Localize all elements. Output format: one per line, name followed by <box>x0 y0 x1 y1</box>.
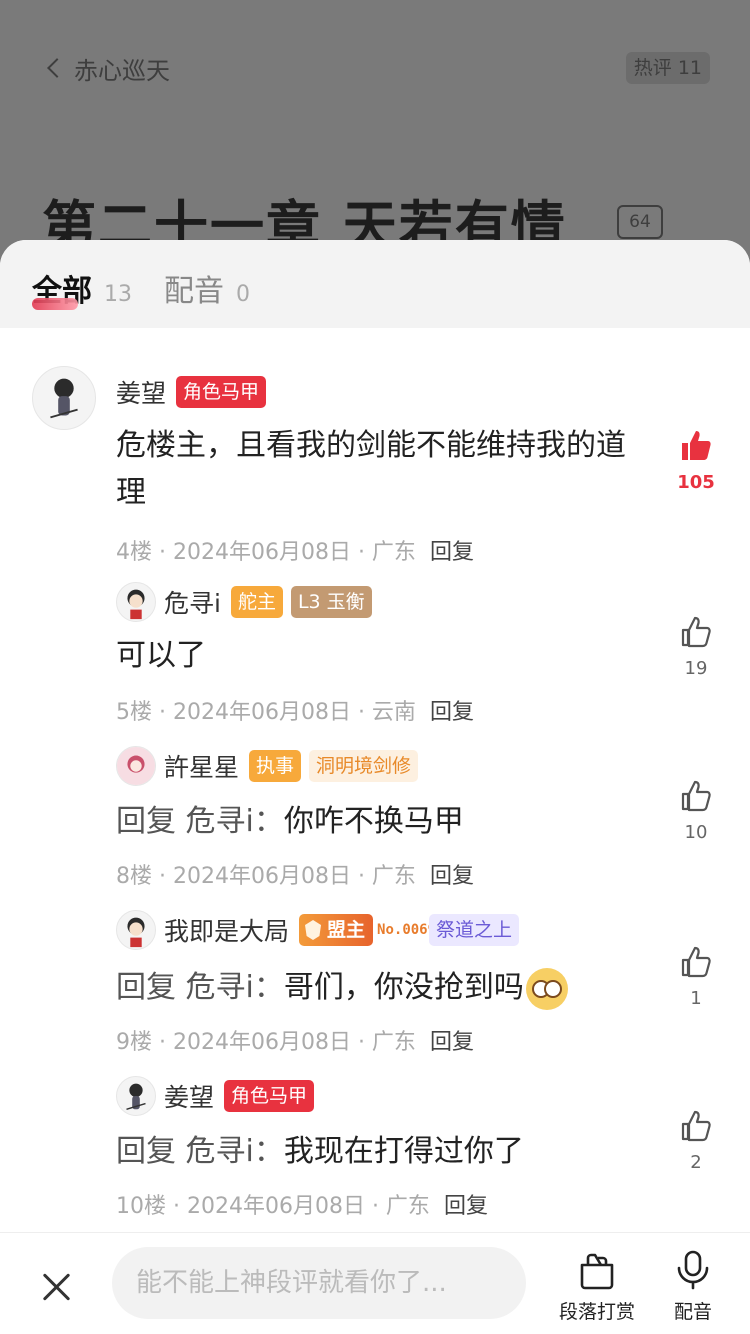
thumbs-up-icon <box>681 946 711 978</box>
reply-button[interactable]: 回复 <box>430 864 474 889</box>
avatar[interactable] <box>116 746 156 786</box>
comment-meta: 8楼 · 2024年06月08日 · 广东 回复 <box>116 858 474 890</box>
comment-body: 你咋不换马甲 <box>283 804 464 839</box>
rank-badge: 舵主 <box>230 586 283 618</box>
user-row: 姜望 角色马甲 <box>164 1078 322 1114</box>
active-tab-indicator <box>32 298 78 310</box>
role-badge: 角色马甲 <box>224 1080 315 1112</box>
close-icon[interactable] <box>38 1269 74 1305</box>
like-count: 2 <box>690 1152 702 1173</box>
comment-meta: 10楼 · 2024年06月08日 · 广东 回复 <box>116 1188 488 1220</box>
like-button[interactable]: 1 <box>676 944 716 1009</box>
like-count: 1 <box>690 988 702 1009</box>
reply-button[interactable]: 回复 <box>444 1194 488 1219</box>
avatar[interactable] <box>32 366 96 430</box>
comment-text: 可以了 <box>116 638 206 673</box>
avatar[interactable] <box>116 1076 156 1116</box>
like-button[interactable]: 19 <box>676 614 716 679</box>
like-count: 19 <box>684 658 708 679</box>
level-badge: L3 玉衡 <box>290 586 372 618</box>
dubbing-label: 配音 <box>673 1301 712 1323</box>
reply-prefix: 回复 危寻i： <box>116 1134 284 1169</box>
reply-button[interactable]: 回复 <box>430 700 474 725</box>
thumbs-up-icon <box>681 780 711 812</box>
comment-meta: 5楼 · 2024年06月08日 · 云南 回复 <box>116 694 474 726</box>
like-count: 10 <box>684 822 708 843</box>
comment-meta: 9楼 · 2024年06月08日 · 广东 回复 <box>116 1024 474 1056</box>
comment-meta: 4楼 · 2024年06月08日 · 广东 回复 <box>116 534 474 566</box>
tab-count: 0 <box>236 282 250 307</box>
tab-label: 配音 <box>164 274 224 309</box>
role-badge: 角色马甲 <box>176 376 267 408</box>
thumbs-up-icon <box>681 616 711 648</box>
title-badge: 祭道之上 <box>429 914 520 946</box>
comment-text: 回复 危寻i：你咋不换马甲 <box>116 798 464 845</box>
avatar[interactable] <box>116 910 156 950</box>
back-button[interactable]: 赤心巡天 <box>46 50 170 86</box>
bottom-bar: 能不能上神段评就看你了... 段落打赏 配音 <box>0 1232 750 1334</box>
meta-text: 8楼 · 2024年06月08日 · 广东 <box>116 864 416 889</box>
comment-text: 回复 危寻i：我现在打得过你了 <box>116 1128 524 1175</box>
reward-button[interactable]: 段落打赏 <box>552 1249 642 1324</box>
dubbing-button[interactable]: 配音 <box>648 1249 738 1324</box>
chevron-left-icon <box>47 58 67 78</box>
rank-badge: 执事 <box>249 750 302 782</box>
tab-count: 13 <box>104 282 132 307</box>
tab-bar: 全部 13 配音 0 <box>0 240 750 328</box>
comment-input[interactable]: 能不能上神段评就看你了... <box>112 1247 526 1319</box>
reply-button[interactable]: 回复 <box>430 1030 474 1055</box>
comment-text: 危楼主，且看我的剑能不能维持我的道理 <box>116 428 626 510</box>
comment-sheet: 全部 13 配音 0 姜望 角色马甲 危楼主，且看我的剑能不能维持我的道理 4楼… <box>0 240 750 1334</box>
username[interactable]: 我即是大局 <box>164 912 289 948</box>
reward-label: 段落打赏 <box>558 1301 635 1323</box>
gift-bag-icon <box>580 1253 614 1290</box>
book-title: 赤心巡天 <box>74 56 170 85</box>
comment-text: 回复 危寻i：哥们，你没抢到吗 <box>116 964 568 1011</box>
avatar[interactable] <box>116 582 156 622</box>
dizzy-face-emoji-icon <box>525 967 568 1010</box>
username[interactable]: 危寻i <box>164 584 221 620</box>
reply-prefix: 回复 危寻i： <box>116 970 284 1005</box>
like-count: 105 <box>677 472 715 493</box>
like-button[interactable]: 10 <box>676 778 716 843</box>
tab-dubbing[interactable]: 配音 0 <box>164 266 250 310</box>
comment-body: 我现在打得过你了 <box>283 1134 524 1169</box>
meta-text: 5楼 · 2024年06月08日 · 云南 <box>116 700 416 725</box>
user-row: 我即是大局 盟主 No.00694 祭道之上 <box>164 912 527 948</box>
like-button[interactable]: 2 <box>676 1108 716 1173</box>
title-badge: 洞明境剑修 <box>309 750 419 782</box>
user-row: 姜望 角色马甲 <box>116 374 274 410</box>
comment-list: 姜望 角色马甲 危楼主，且看我的剑能不能维持我的道理 4楼 · 2024年06月… <box>0 328 750 1232</box>
hot-comments-badge[interactable]: 热评 11 <box>625 52 710 84</box>
meta-text: 9楼 · 2024年06月08日 · 广东 <box>116 1030 416 1055</box>
thumbs-up-filled-icon <box>682 431 711 460</box>
leader-badge: 盟主 No.00694 <box>299 914 445 946</box>
reply-prefix: 回复 危寻i： <box>116 804 284 839</box>
comment-body: 哥们，你没抢到吗 <box>283 970 524 1005</box>
chapter-comment-count[interactable]: 64 <box>617 205 663 239</box>
microphone-icon <box>677 1250 709 1290</box>
meta-text: 4楼 · 2024年06月08日 · 广东 <box>116 540 416 565</box>
username[interactable]: 許星星 <box>164 748 239 784</box>
user-row: 許星星 执事 洞明境剑修 <box>164 748 426 784</box>
user-row: 危寻i 舵主 L3 玉衡 <box>164 584 380 620</box>
leader-badge-label: 盟主 <box>299 914 374 946</box>
leader-number: No.00694 <box>377 922 445 938</box>
thumbs-up-icon <box>681 1110 711 1142</box>
like-button[interactable]: 105 <box>676 428 716 493</box>
username[interactable]: 姜望 <box>116 374 166 410</box>
username[interactable]: 姜望 <box>164 1078 214 1114</box>
meta-text: 10楼 · 2024年06月08日 · 广东 <box>116 1194 430 1219</box>
reply-button[interactable]: 回复 <box>430 540 474 565</box>
